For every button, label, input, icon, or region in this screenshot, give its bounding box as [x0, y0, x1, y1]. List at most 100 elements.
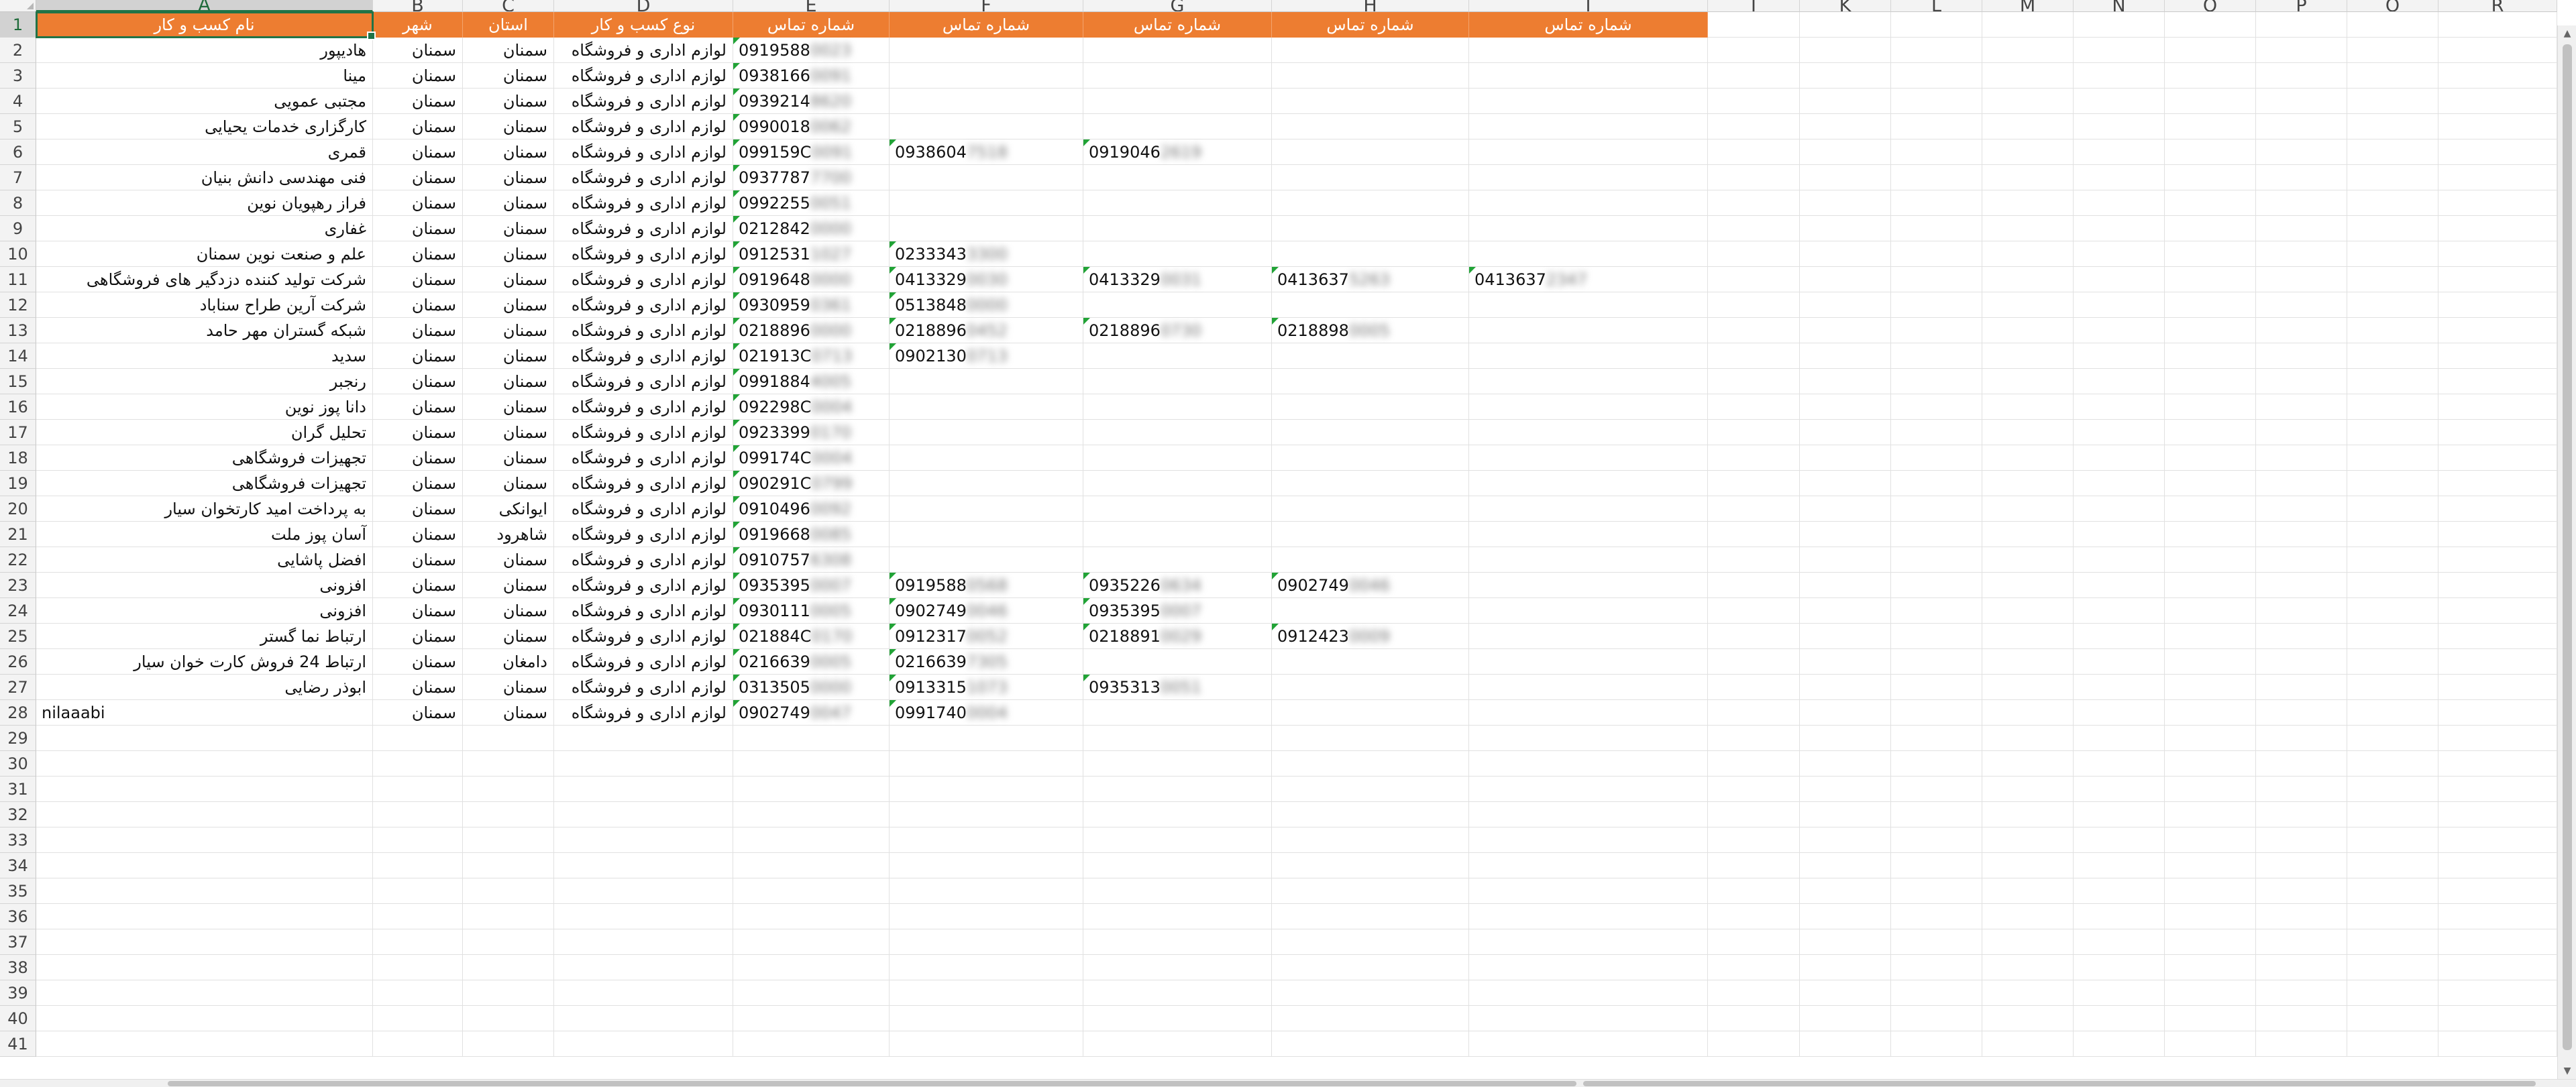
cell-business-name[interactable]: فنی مهندسی دانش بنیان	[36, 165, 373, 190]
row-header-12[interactable]: 12	[0, 292, 36, 318]
scroll-down-arrow-icon[interactable]: ▼	[2558, 1063, 2576, 1079]
row-header-40[interactable]: 40	[0, 1006, 36, 1031]
cell-business-name[interactable]: تحلیل گران	[36, 420, 373, 445]
cell-business-name[interactable]: ابوذر رضایی	[36, 675, 373, 700]
cell-business-name[interactable]: هادیپور	[36, 38, 373, 63]
cell-city[interactable]: سمنان	[373, 190, 463, 216]
cell-city[interactable]: سمنان	[373, 547, 463, 573]
row-header-23[interactable]: 23	[0, 573, 36, 598]
cell-province[interactable]: سمنان	[463, 445, 554, 471]
row-header-11[interactable]: 11	[0, 267, 36, 292]
column-header-l[interactable]: L	[1891, 0, 1982, 12]
cell-business-name[interactable]: رنجبر	[36, 369, 373, 394]
cell-phone-number[interactable]: 099174C 0004	[733, 445, 890, 471]
horizontal-scrollbar[interactable]	[0, 1079, 2576, 1087]
cell-business-name[interactable]: علم و صنعت نوین سمنان	[36, 241, 373, 267]
cell-business-type[interactable]: لوازم اداری و فروشگاه	[554, 445, 733, 471]
row-header-34[interactable]: 34	[0, 853, 36, 878]
cell-city[interactable]: سمنان	[373, 318, 463, 343]
cell-city[interactable]: سمنان	[373, 343, 463, 369]
row-header-37[interactable]: 37	[0, 929, 36, 955]
cell-city[interactable]: سمنان	[373, 89, 463, 114]
row-header-2[interactable]: 2	[0, 38, 36, 63]
cell-city[interactable]: سمنان	[373, 139, 463, 165]
cell-business-type[interactable]: لوازم اداری و فروشگاه	[554, 343, 733, 369]
row-header-7[interactable]: 7	[0, 165, 36, 190]
row-header-24[interactable]: 24	[0, 598, 36, 624]
cell-phone-number[interactable]: 0413329 0030	[890, 267, 1083, 292]
header-cell-i[interactable]: شماره تماس	[1469, 12, 1708, 38]
row-header-15[interactable]: 15	[0, 369, 36, 394]
cell-phone-number[interactable]: 0216639 7305	[890, 649, 1083, 675]
cell-phone-number[interactable]: 0902130 0713	[890, 343, 1083, 369]
row-header-31[interactable]: 31	[0, 777, 36, 802]
cell-business-type[interactable]: لوازم اداری و فروشگاه	[554, 496, 733, 522]
column-header-c[interactable]: C	[463, 0, 554, 12]
cell-phone-number[interactable]: 0990018 0062	[733, 114, 890, 139]
cell-city[interactable]: سمنان	[373, 471, 463, 496]
cell-business-name[interactable]: مینا	[36, 63, 373, 89]
row-header-5[interactable]: 5	[0, 114, 36, 139]
cell-province[interactable]: سمنان	[463, 165, 554, 190]
row-header-10[interactable]: 10	[0, 241, 36, 267]
cell-city[interactable]: سمنان	[373, 700, 463, 726]
column-header-o[interactable]: O	[2165, 0, 2256, 12]
cell-city[interactable]: سمنان	[373, 420, 463, 445]
cell-phone-number[interactable]: 0218891 0029	[1083, 624, 1272, 649]
cell-phone-number[interactable]: 0937787 7700	[733, 165, 890, 190]
cell-phone-number[interactable]: 0938166 0091	[733, 63, 890, 89]
cell-city[interactable]: سمنان	[373, 292, 463, 318]
row-header-3[interactable]: 3	[0, 63, 36, 89]
row-header-29[interactable]: 29	[0, 726, 36, 751]
cell-province[interactable]: سمنان	[463, 547, 554, 573]
cell-province[interactable]: سمنان	[463, 343, 554, 369]
cell-province[interactable]: دامغان	[463, 649, 554, 675]
cell-business-type[interactable]: لوازم اداری و فروشگاه	[554, 190, 733, 216]
row-header-17[interactable]: 17	[0, 420, 36, 445]
cell-business-name[interactable]: سدید	[36, 343, 373, 369]
cell-business-name[interactable]: دانا پوز نوین	[36, 394, 373, 420]
cell-phone-number[interactable]: 0413329 0031	[1083, 267, 1272, 292]
cell-province[interactable]: سمنان	[463, 114, 554, 139]
row-header-20[interactable]: 20	[0, 496, 36, 522]
column-header-n[interactable]: N	[2074, 0, 2165, 12]
cell-province[interactable]: سمنان	[463, 675, 554, 700]
cell-business-name[interactable]: فراز رهپویان نوین	[36, 190, 373, 216]
cell-province[interactable]: سمنان	[463, 420, 554, 445]
cell-phone-number[interactable]: 0991740 0004	[890, 700, 1083, 726]
cell-city[interactable]: سمنان	[373, 216, 463, 241]
cell-phone-number[interactable]: 0216639 0005	[733, 649, 890, 675]
cell-phone-number[interactable]: 0912423 0009	[1272, 624, 1469, 649]
cell-province[interactable]: سمنان	[463, 216, 554, 241]
cell-business-name[interactable]: شرکت آرین طراح سناباد	[36, 292, 373, 318]
vertical-scrollbar[interactable]: ▲ ▼	[2557, 25, 2576, 1079]
column-header-h[interactable]: H	[1272, 0, 1469, 12]
cell-business-type[interactable]: لوازم اداری و فروشگاه	[554, 292, 733, 318]
cell-business-type[interactable]: لوازم اداری و فروشگاه	[554, 89, 733, 114]
cell-phone-number[interactable]: 0910496 0092	[733, 496, 890, 522]
column-header-m[interactable]: M	[1982, 0, 2074, 12]
column-header-f[interactable]: F	[890, 0, 1083, 12]
cell-province[interactable]: ایوانکی	[463, 496, 554, 522]
cell-province[interactable]: سمنان	[463, 63, 554, 89]
cell-province[interactable]: سمنان	[463, 190, 554, 216]
cell-business-type[interactable]: لوازم اداری و فروشگاه	[554, 649, 733, 675]
header-cell-g[interactable]: شماره تماس	[1083, 12, 1272, 38]
cell-phone-number[interactable]: 0212842 0000	[733, 216, 890, 241]
cell-city[interactable]: سمنان	[373, 573, 463, 598]
row-header-27[interactable]: 27	[0, 675, 36, 700]
cell-business-name[interactable]: به پرداخت امید کارتخوان سیار	[36, 496, 373, 522]
cell-city[interactable]: سمنان	[373, 369, 463, 394]
cell-business-type[interactable]: لوازم اداری و فروشگاه	[554, 165, 733, 190]
cell-phone-number[interactable]: 0938604 7518	[890, 139, 1083, 165]
header-cell-a[interactable]: نام کسب و کار	[36, 12, 373, 38]
cell-business-type[interactable]: لوازم اداری و فروشگاه	[554, 369, 733, 394]
row-header-26[interactable]: 26	[0, 649, 36, 675]
row-header-21[interactable]: 21	[0, 522, 36, 547]
row-header-36[interactable]: 36	[0, 904, 36, 929]
row-header-38[interactable]: 38	[0, 955, 36, 980]
column-header-p[interactable]: P	[2256, 0, 2347, 12]
cell-business-name[interactable]: آسان پوز ملت	[36, 522, 373, 547]
cell-phone-number[interactable]: 0935226 0634	[1083, 573, 1272, 598]
cell-province[interactable]: سمنان	[463, 318, 554, 343]
